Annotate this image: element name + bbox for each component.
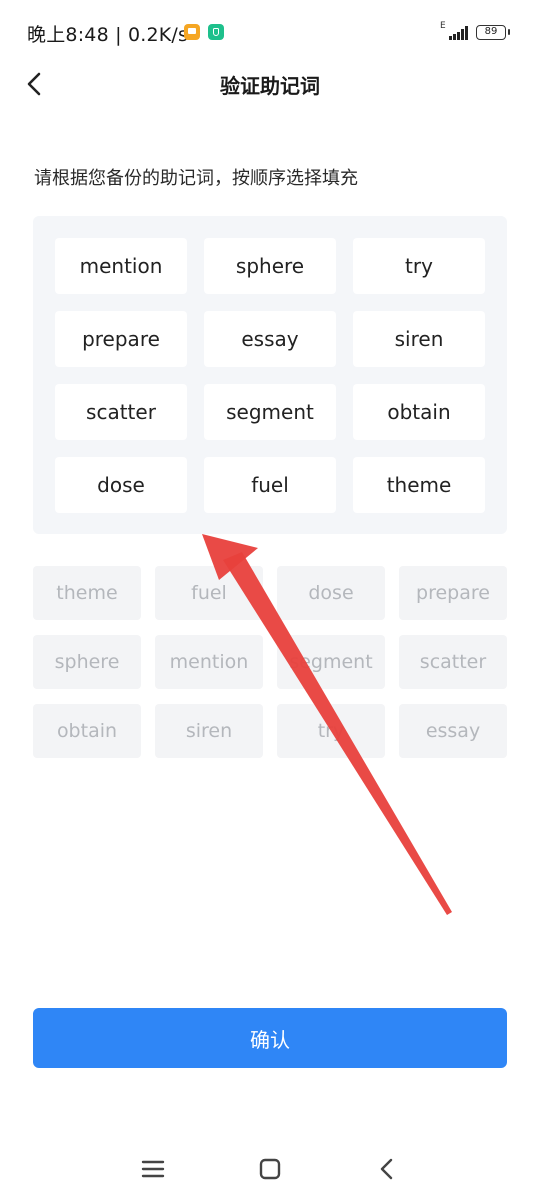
signal-icon (445, 26, 469, 40)
status-bar: 晚上8:48 | 0.2K/s E 89 (0, 0, 540, 66)
selected-word[interactable]: siren (353, 311, 485, 367)
selected-word[interactable]: obtain (353, 384, 485, 440)
status-time: 晚上8:48 | 0.2K/s (27, 24, 189, 46)
instruction-text: 请根据您备份的助记词，按顺序选择填充 (34, 168, 358, 189)
selected-word[interactable]: scatter (55, 384, 187, 440)
message-notification-icon (184, 24, 200, 40)
selected-word[interactable]: segment (204, 384, 336, 440)
word-bank-item[interactable]: mention (155, 635, 263, 689)
selected-word[interactable]: sphere (204, 238, 336, 294)
word-bank-item[interactable]: dose (277, 566, 385, 620)
word-bank-item[interactable]: segment (277, 635, 385, 689)
back-icon[interactable] (372, 1154, 402, 1184)
security-shield-icon (208, 24, 224, 40)
selected-word[interactable]: theme (353, 457, 485, 513)
battery-icon: 89 (476, 25, 510, 40)
home-icon[interactable] (255, 1154, 285, 1184)
selected-word[interactable]: mention (55, 238, 187, 294)
selected-word[interactable]: prepare (55, 311, 187, 367)
menu-icon[interactable] (138, 1154, 168, 1184)
word-bank-item[interactable]: sphere (33, 635, 141, 689)
word-bank-item[interactable]: theme (33, 566, 141, 620)
selected-word[interactable]: fuel (204, 457, 336, 513)
word-bank-item[interactable]: scatter (399, 635, 507, 689)
word-bank-item[interactable]: essay (399, 704, 507, 758)
confirm-button[interactable]: 确认 (33, 1008, 507, 1068)
selected-word[interactable]: dose (55, 457, 187, 513)
word-bank-item[interactable]: try (277, 704, 385, 758)
selected-word[interactable]: essay (204, 311, 336, 367)
selected-word[interactable]: try (353, 238, 485, 294)
word-bank-item[interactable]: siren (155, 704, 263, 758)
word-bank-item[interactable]: fuel (155, 566, 263, 620)
page-title: 验证助记词 (220, 74, 320, 98)
selected-words-panel: mention sphere try prepare essay siren s… (33, 216, 507, 534)
system-nav-bar (0, 1140, 540, 1200)
word-bank-item[interactable]: prepare (399, 566, 507, 620)
word-bank-item[interactable]: obtain (33, 704, 141, 758)
battery-level: 89 (484, 26, 498, 37)
